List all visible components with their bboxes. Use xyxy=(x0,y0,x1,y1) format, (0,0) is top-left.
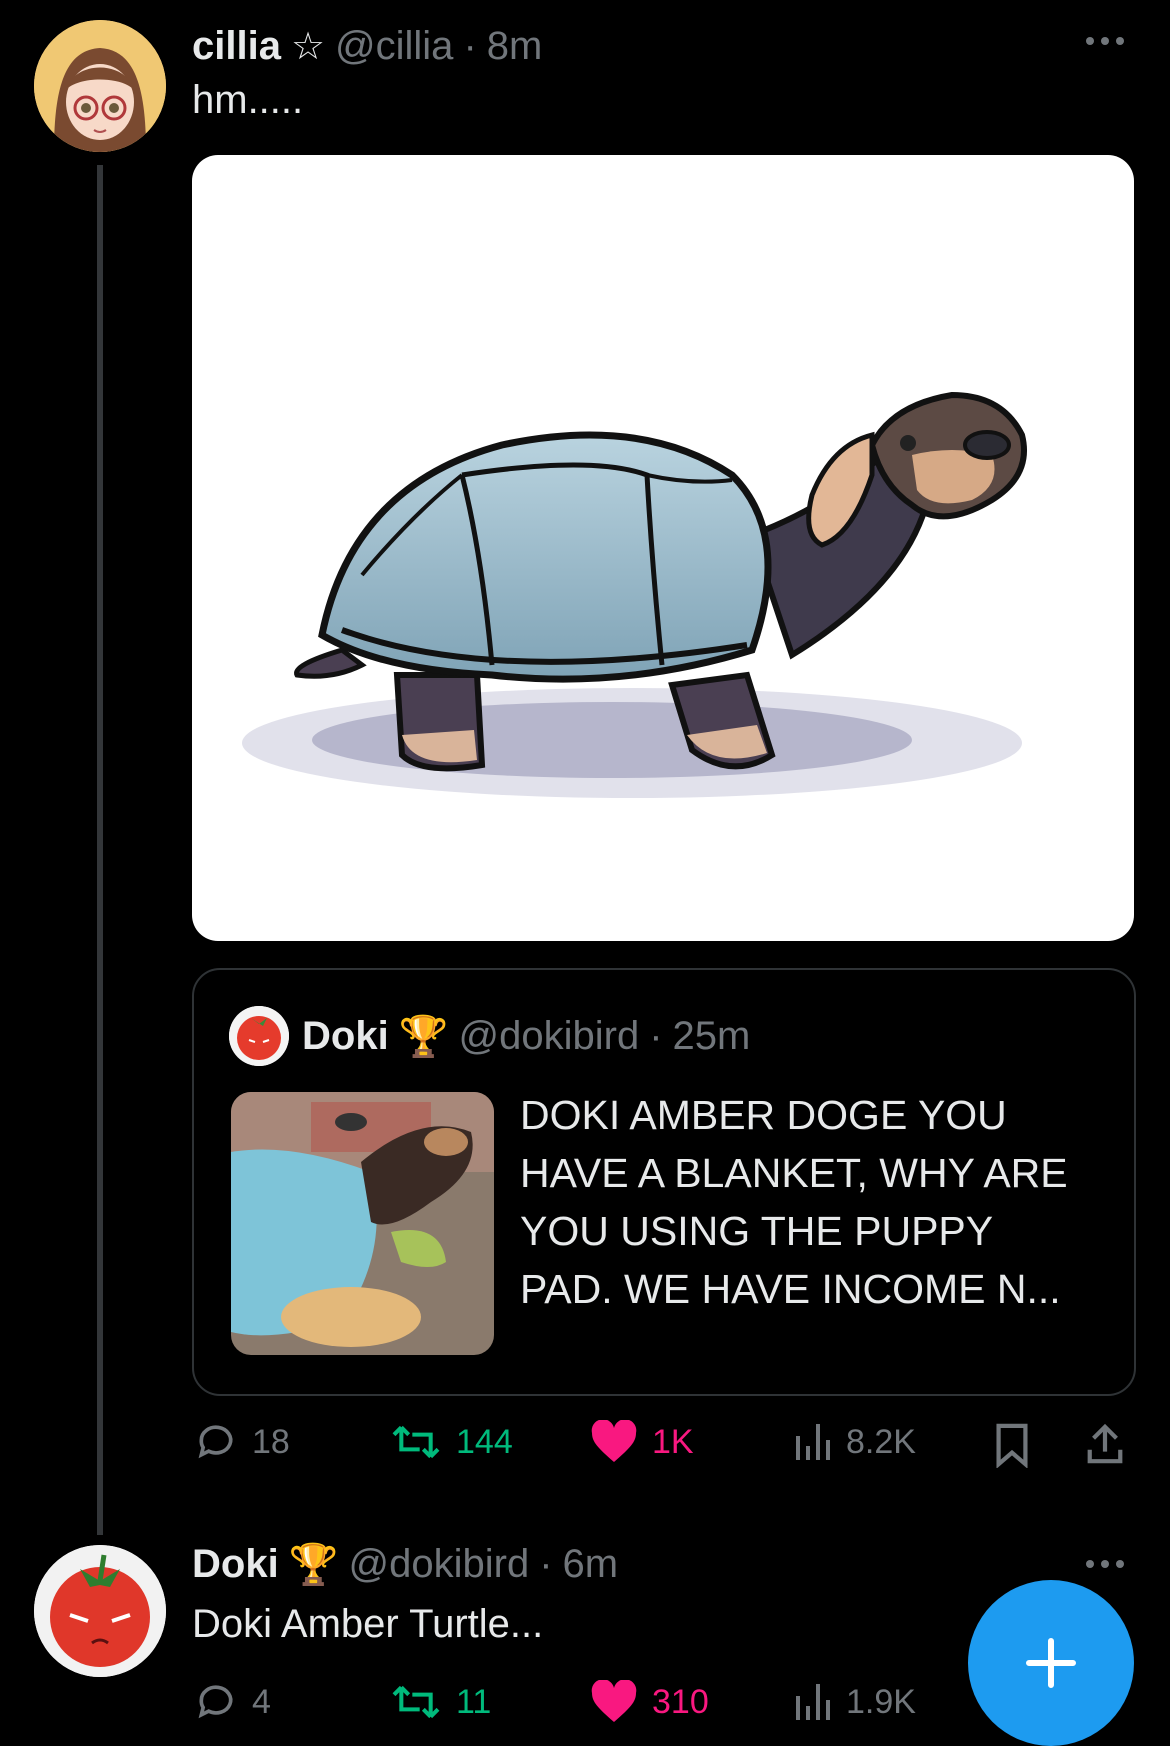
share-icon xyxy=(1087,1423,1123,1464)
quote-name: Doki xyxy=(302,1013,389,1058)
quote-time: 25m xyxy=(672,1013,751,1058)
tweet1-image[interactable] xyxy=(192,155,1134,941)
views-icon xyxy=(796,1684,830,1720)
tweet1-handle[interactable]: @cillia xyxy=(335,24,453,69)
turtle-dog-illustration xyxy=(242,391,1027,798)
tweet1-text: hm..... xyxy=(192,78,304,122)
quote-text-line: DOKI AMBER DOGE YOU xyxy=(520,1092,1007,1138)
retweet-icon xyxy=(392,1685,440,1719)
more-icon[interactable] xyxy=(1086,37,1124,45)
tweet1-time[interactable]: 8m xyxy=(487,24,543,69)
reply-button[interactable]: 4 xyxy=(194,1680,271,1724)
avatar-doki[interactable] xyxy=(34,1545,166,1677)
retweet-button[interactable]: 144 xyxy=(390,1420,513,1464)
bookmark-button[interactable] xyxy=(992,1422,1032,1473)
like-button[interactable]: 1K xyxy=(590,1420,694,1464)
star-badge-icon: ☆ xyxy=(290,25,326,68)
avatar-cillia[interactable] xyxy=(34,20,166,152)
like-button[interactable]: 310 xyxy=(590,1680,709,1724)
heart-icon xyxy=(591,1680,637,1722)
retweet-count: 144 xyxy=(456,1422,513,1461)
tweet2-text: Doki Amber Turtle... xyxy=(192,1602,544,1646)
tweet2-sep: · xyxy=(539,1541,553,1586)
quote-avatar xyxy=(229,1006,289,1066)
quote-text-line: YOU USING THE PUPPY xyxy=(520,1208,994,1254)
tweet2-time[interactable]: 6m xyxy=(563,1542,619,1587)
views-count: 1.9K xyxy=(846,1682,916,1721)
tweet1-header: cillia ☆ @cillia · 8m xyxy=(192,18,542,74)
retweet-icon xyxy=(392,1425,440,1459)
views-count: 8.2K xyxy=(846,1422,916,1461)
reply-icon xyxy=(198,1425,233,1459)
bookmark-icon xyxy=(996,1423,1028,1469)
retweet-count: 11 xyxy=(456,1682,492,1721)
trophy-icon: 🏆 xyxy=(288,1542,339,1587)
quote-header: Doki 🏆 @dokibird · 25m xyxy=(302,1008,750,1064)
quote-text: DOKI AMBER DOGE YOU HAVE A BLANKET, WHY … xyxy=(520,1086,1068,1318)
views-icon xyxy=(796,1424,830,1460)
quote-text-line: PAD. WE HAVE INCOME N... xyxy=(520,1266,1061,1312)
more-icon[interactable] xyxy=(1086,1560,1124,1568)
heart-icon xyxy=(591,1420,637,1462)
quote-thumbnail xyxy=(231,1092,494,1355)
reply-count: 4 xyxy=(252,1682,271,1721)
views-button[interactable]: 1.9K xyxy=(792,1680,916,1724)
quote-handle: @dokibird xyxy=(458,1013,640,1058)
trophy-icon: 🏆 xyxy=(398,1014,449,1059)
tweet2-name[interactable]: Doki xyxy=(192,1542,279,1587)
views-button[interactable]: 8.2K xyxy=(792,1420,916,1464)
like-count: 310 xyxy=(652,1682,709,1721)
retweet-button[interactable]: 11 xyxy=(390,1680,491,1724)
thread-line xyxy=(97,165,103,1535)
tweet2-handle[interactable]: @dokibird xyxy=(349,1542,530,1587)
reply-button[interactable]: 18 xyxy=(194,1420,290,1464)
like-count: 1K xyxy=(652,1422,694,1461)
share-button[interactable] xyxy=(1084,1420,1126,1473)
compose-fab[interactable] xyxy=(968,1580,1134,1746)
reply-icon xyxy=(198,1685,233,1719)
tweet2-header: Doki 🏆 @dokibird · 6m xyxy=(192,1536,618,1592)
quote-text-line: HAVE A BLANKET, WHY ARE xyxy=(520,1150,1068,1196)
plus-icon xyxy=(1026,1638,1076,1688)
tweet1-sep: · xyxy=(463,23,477,68)
reply-count: 18 xyxy=(252,1422,290,1461)
tweet1-name[interactable]: cillia xyxy=(192,24,281,69)
quote-sep: · xyxy=(649,1013,663,1058)
